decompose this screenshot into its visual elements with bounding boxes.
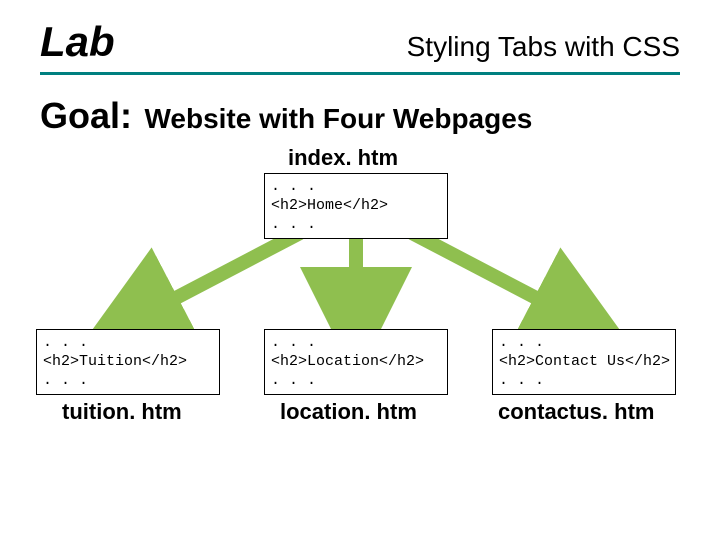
code-line: . . . (271, 178, 441, 197)
code-line: <h2>Tuition</h2> (43, 353, 213, 372)
code-line: . . . (499, 372, 669, 391)
code-line: . . . (271, 372, 441, 391)
lab-label: Lab (40, 18, 115, 66)
code-box-tuition: . . . <h2>Tuition</h2> . . . (36, 329, 220, 395)
code-line: <h2>Location</h2> (271, 353, 441, 372)
file-label-tuition: tuition. htm (62, 399, 182, 425)
file-label-location: location. htm (280, 399, 417, 425)
file-label-index: index. htm (288, 145, 398, 171)
code-line: . . . (271, 334, 441, 353)
goal-label: Goal: (40, 95, 132, 137)
slide-header: Lab Styling Tabs with CSS (0, 0, 720, 72)
goal-text: Website with Four Webpages (144, 103, 532, 135)
site-diagram: index. htm . . . <h2>Home</h2> . . . . .… (0, 137, 720, 477)
code-box-location: . . . <h2>Location</h2> . . . (264, 329, 448, 395)
code-line: . . . (43, 334, 213, 353)
code-line: <h2>Home</h2> (271, 197, 441, 216)
code-line: . . . (499, 334, 669, 353)
code-box-index: . . . <h2>Home</h2> . . . (264, 173, 448, 239)
code-line: <h2>Contact Us</h2> (499, 353, 669, 372)
code-line: . . . (43, 372, 213, 391)
goal-row: Goal: Website with Four Webpages (0, 75, 720, 137)
file-label-contact: contactus. htm (498, 399, 654, 425)
slide-title: Styling Tabs with CSS (407, 31, 680, 63)
code-box-contact: . . . <h2>Contact Us</h2> . . . (492, 329, 676, 395)
code-line: . . . (271, 216, 441, 235)
